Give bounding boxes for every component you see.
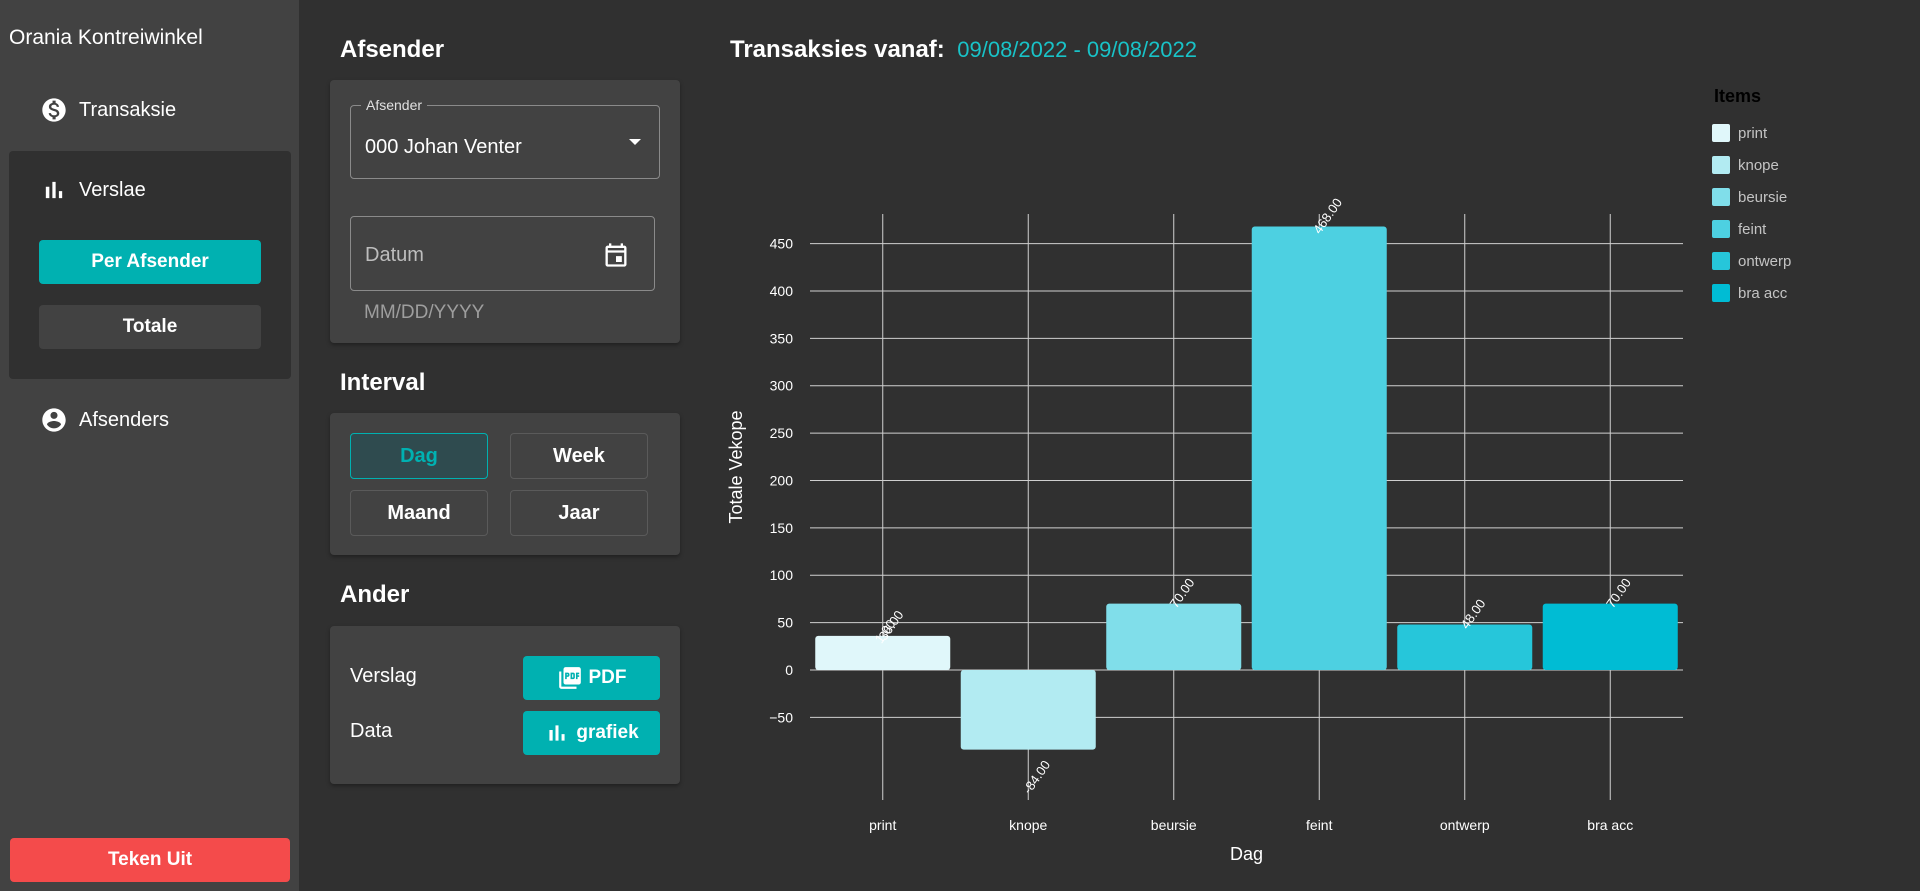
bar-feint xyxy=(1251,226,1387,670)
y-tick-label: 50 xyxy=(777,615,793,631)
y-tick-label: 100 xyxy=(770,567,794,583)
legend-swatch xyxy=(1712,284,1730,302)
y-tick-label: 400 xyxy=(770,283,794,299)
legend-item[interactable]: beursie xyxy=(1712,181,1791,213)
y-tick-label: 350 xyxy=(770,330,794,346)
interval-section-title: Interval xyxy=(340,369,426,396)
datum-placeholder: Datum xyxy=(365,244,424,266)
legend-label: feint xyxy=(1738,220,1767,238)
legend-item[interactable]: knope xyxy=(1712,149,1791,181)
bar-ontwerp xyxy=(1397,624,1533,670)
legend-swatch xyxy=(1712,188,1730,206)
pdf-button-label: PDF xyxy=(588,667,627,688)
pdf-button[interactable]: PDF xyxy=(523,656,660,700)
nav-item-afsenders[interactable]: Afsenders xyxy=(40,404,169,436)
bar-chart-icon xyxy=(549,725,565,741)
y-tick-label: 450 xyxy=(770,236,794,252)
afsender-select-value: 000 Johan Venter xyxy=(365,136,522,158)
interval-maand-button[interactable]: Maand xyxy=(350,490,488,536)
data-label: 36.00 xyxy=(876,608,907,643)
verslae-group: Verslae Per Afsender Totale xyxy=(9,151,291,379)
legend-item[interactable]: print xyxy=(1712,117,1791,149)
logout-button[interactable]: Teken Uit xyxy=(10,838,290,882)
data-label: 468.00 xyxy=(1310,195,1345,236)
interval-dag-button[interactable]: Dag xyxy=(350,433,488,479)
bar-bra-acc xyxy=(1542,603,1678,670)
date-format-hint: MM/DD/YYYY xyxy=(364,302,485,323)
afsender-select[interactable]: Afsender 000 Johan Venter xyxy=(350,97,660,179)
legend-swatch xyxy=(1712,124,1730,142)
legend-swatch xyxy=(1712,156,1730,174)
verslag-label: Verslag xyxy=(350,665,417,687)
ander-panel: Verslag PDF Data grafiek xyxy=(330,626,680,784)
y-tick-label: 0 xyxy=(785,662,793,678)
nav-label-afsenders: Afsenders xyxy=(79,408,170,431)
ander-section-title: Ander xyxy=(340,581,410,608)
data-label: 70.00 xyxy=(1603,575,1634,610)
interval-panel: Dag Week Maand Jaar xyxy=(330,413,680,555)
y-tick-label: 250 xyxy=(770,425,794,441)
legend-swatch xyxy=(1712,252,1730,270)
legend-label: ontwerp xyxy=(1738,252,1792,270)
nav-label-verslae: Verslae xyxy=(79,178,146,201)
pdf-icon xyxy=(558,667,581,689)
legend-label: print xyxy=(1738,124,1768,142)
x-axis-title: Dag xyxy=(1230,844,1263,864)
interval-jaar-button[interactable]: Jaar xyxy=(510,490,648,536)
legend-label: beursie xyxy=(1738,188,1788,206)
bar-knope xyxy=(960,670,1096,750)
data-label: 1.00 xyxy=(872,617,899,646)
sidebar: Orania Kontreiwinkel Transaksie Verslae … xyxy=(0,0,299,891)
chart-legend: Items print knope beursie feint ontwerp bra a… xyxy=(1712,86,1791,309)
grafiek-button[interactable]: grafiek xyxy=(523,711,660,755)
legend-label: knope xyxy=(1738,156,1779,174)
interval-week-button[interactable]: Week xyxy=(510,433,648,479)
nav-item-transaksie[interactable]: Transaksie xyxy=(40,94,176,126)
bar-print xyxy=(815,635,951,670)
data-label: 70.00 xyxy=(1167,575,1198,610)
bar-beursie xyxy=(1106,603,1242,670)
y-tick-label: 300 xyxy=(770,378,794,394)
grafiek-button-label: grafiek xyxy=(576,722,639,743)
legend-item[interactable]: bra acc xyxy=(1712,277,1791,309)
legend-item[interactable]: feint xyxy=(1712,213,1791,245)
legend-title: Items xyxy=(1714,86,1762,106)
nav-item-verslae[interactable]: Verslae xyxy=(40,174,146,206)
chart-heading: Transaksies vanaf: 09/08/2022 - 09/08/20… xyxy=(730,36,1197,64)
y-tick-label: 200 xyxy=(770,472,794,488)
y-axis-title: Totale Vekope xyxy=(726,410,746,523)
app-title: Orania Kontreiwinkel xyxy=(9,26,203,49)
data-label: Data xyxy=(350,720,393,742)
x-tick-label: knope xyxy=(1009,817,1047,833)
afsender-panel: Afsender 000 Johan Venter Datum MM/DD/YY… xyxy=(330,80,680,343)
y-tick-label: 150 xyxy=(770,520,794,536)
legend-swatch xyxy=(1712,220,1730,238)
legend-label: bra acc xyxy=(1738,284,1788,302)
dollar-circle-icon xyxy=(42,98,66,122)
totale-button[interactable]: Totale xyxy=(39,305,261,349)
x-tick-label: beursie xyxy=(1151,817,1197,833)
x-tick-label: ontwerp xyxy=(1440,817,1490,833)
y-tick-label: −50 xyxy=(769,709,793,725)
chart-date-range: 09/08/2022 - 09/08/2022 xyxy=(957,37,1198,62)
data-label: 48.00 xyxy=(1458,596,1489,631)
x-tick-label: bra acc xyxy=(1587,817,1633,833)
x-tick-label: print xyxy=(869,817,896,833)
bar-chart-icon xyxy=(45,181,63,199)
x-tick-label: feint xyxy=(1306,817,1333,833)
nav-label-transaksie: Transaksie xyxy=(79,98,177,121)
calendar-icon[interactable] xyxy=(602,241,630,269)
dropdown-caret-icon xyxy=(629,139,641,145)
datum-input[interactable]: Datum xyxy=(350,216,655,291)
legend-items: print knope beursie feint ontwerp bra acc xyxy=(1712,117,1791,309)
app-root: Orania Kontreiwinkel Transaksie Verslae … xyxy=(0,0,1920,891)
per-afsender-button[interactable]: Per Afsender xyxy=(39,240,261,284)
afsender-section-title: Afsender xyxy=(340,36,445,63)
data-label: -84.00 xyxy=(1020,758,1053,797)
afsender-select-label: Afsender xyxy=(361,97,428,113)
account-circle-icon xyxy=(42,408,66,432)
legend-item[interactable]: ontwerp xyxy=(1712,245,1791,277)
chart-heading-label: Transaksies vanaf: xyxy=(730,36,945,63)
